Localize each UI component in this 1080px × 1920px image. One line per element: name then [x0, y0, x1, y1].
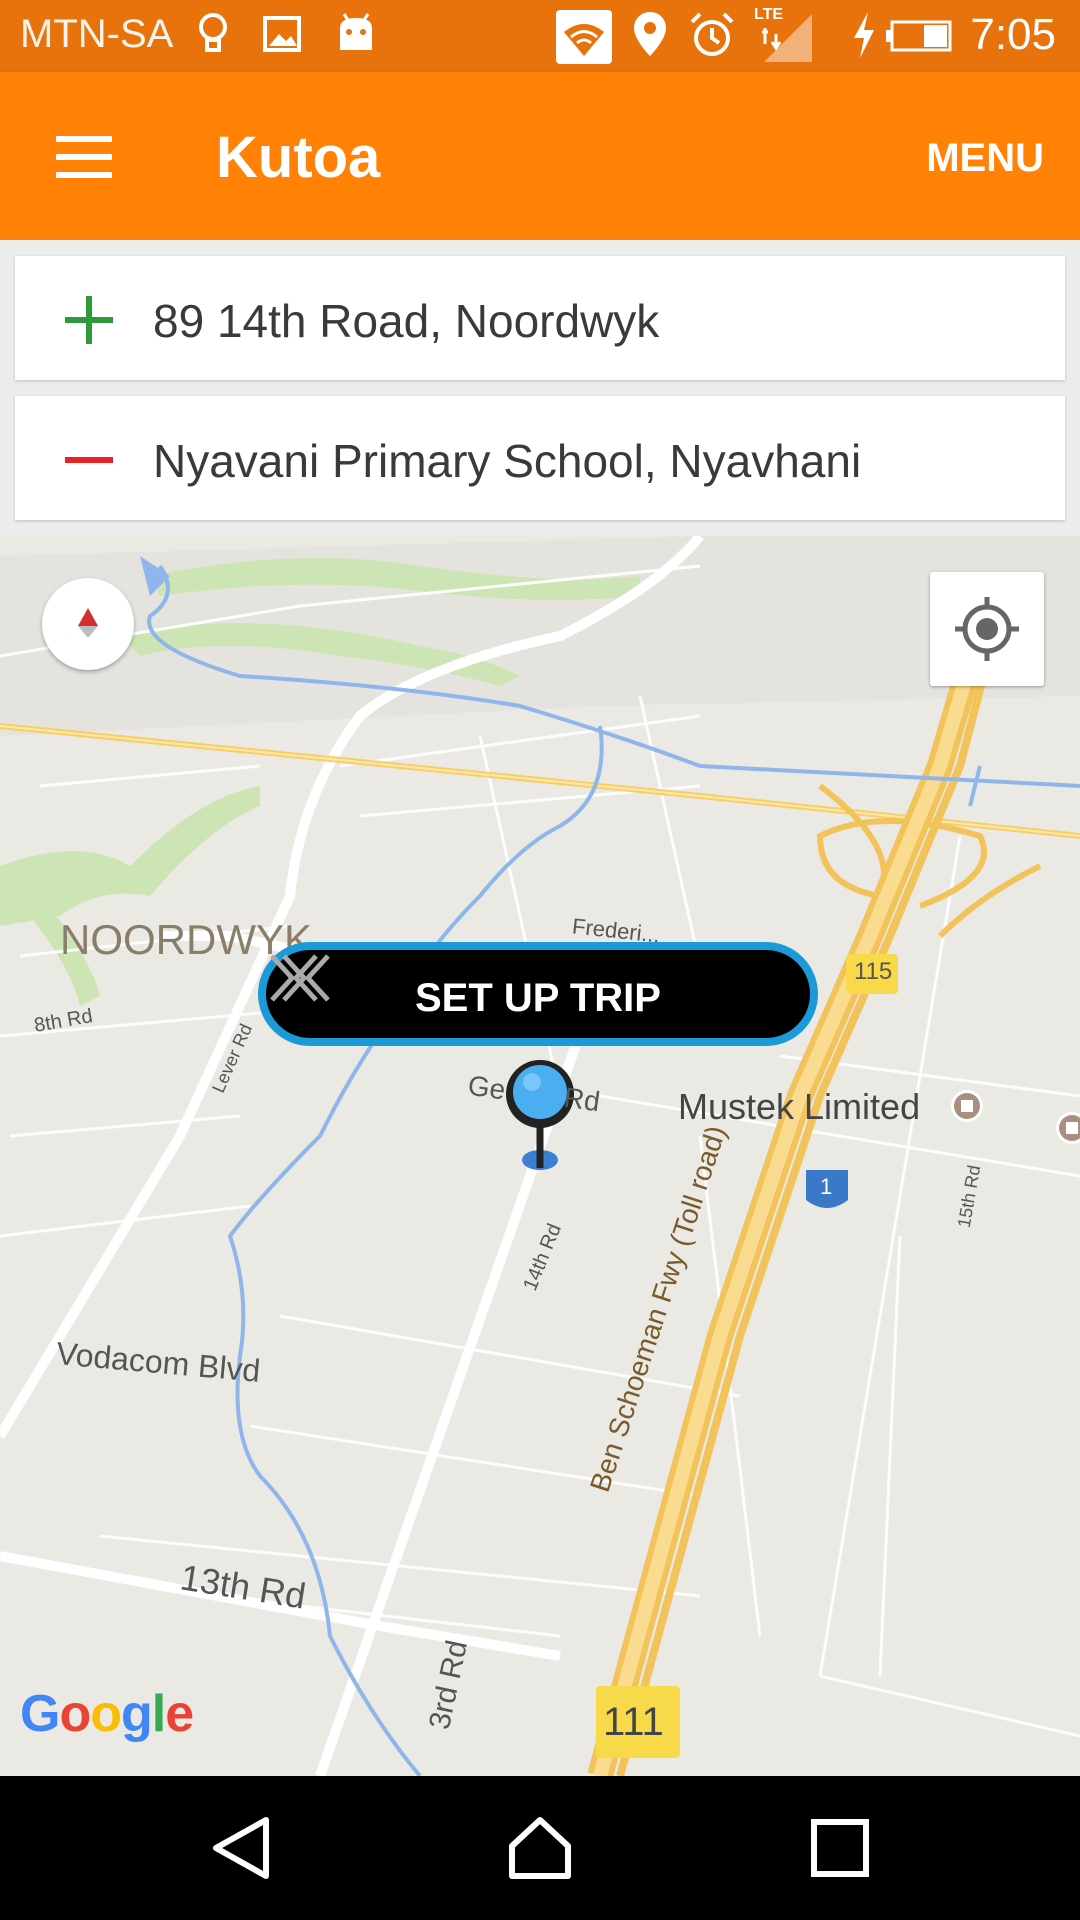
- set-up-trip-button[interactable]: SET UP TRIP: [258, 942, 818, 1046]
- google-logo: Google: [20, 1685, 194, 1743]
- location-icon: [634, 12, 666, 56]
- chevron-right-icon[interactable]: [266, 950, 314, 1006]
- set-up-trip-label: SET UP TRIP: [415, 976, 661, 1020]
- origin-address: 89 14th Road, Noordwyk: [153, 295, 660, 347]
- wifi-icon: [556, 10, 612, 64]
- destination-address: Nyavani Primary School, Nyavhani: [153, 435, 862, 487]
- home-icon[interactable]: [504, 1812, 576, 1884]
- image-icon: [263, 16, 301, 52]
- hamburger-menu-icon[interactable]: [56, 136, 112, 178]
- app-bar: Kutoa MENU: [0, 72, 1080, 240]
- poi-label-mustek[interactable]: Mustek Limited: [678, 1086, 920, 1128]
- compass-button[interactable]: [42, 578, 134, 670]
- alarm-icon: [690, 12, 734, 56]
- destination-field[interactable]: Nyavani Primary School, Nyavhani: [15, 396, 1065, 520]
- remove-icon[interactable]: [63, 434, 115, 486]
- origin-field[interactable]: 89 14th Road, Noordwyk: [15, 256, 1065, 380]
- menu-button[interactable]: MENU: [926, 136, 1044, 181]
- battery-icon: [886, 20, 952, 52]
- app-title: Kutoa: [216, 125, 381, 190]
- map-view[interactable]: NOORDWYK Frederi... 8th Rd Lever Rd Ge R…: [0, 536, 1080, 1776]
- carrier-label: MTN-SA: [20, 12, 174, 56]
- shield-111-label: 111: [603, 1700, 664, 1744]
- crosshair-icon: [955, 597, 1019, 661]
- compass-icon: [78, 608, 98, 638]
- map-canvas[interactable]: [0, 536, 1080, 1776]
- bulb-icon: [199, 13, 227, 52]
- street-label-george-b: Rd: [562, 1081, 602, 1118]
- my-location-button[interactable]: [930, 572, 1044, 686]
- clock: 7:05: [970, 10, 1056, 59]
- shield-115-label: 115: [854, 958, 893, 985]
- add-icon[interactable]: [63, 294, 115, 346]
- street-label-george-a: Ge: [466, 1069, 508, 1106]
- charging-icon: [854, 12, 874, 58]
- android-icon: [340, 13, 372, 50]
- back-icon[interactable]: [206, 1812, 278, 1884]
- signal-icon: [762, 14, 812, 62]
- navigation-bar: [0, 1776, 1080, 1920]
- recents-icon[interactable]: [804, 1812, 876, 1884]
- shield-1-label: 1: [820, 1174, 833, 1199]
- status-bar: MTN-SA LTE 7:05: [0, 0, 1080, 72]
- location-pin-head[interactable]: [513, 1065, 567, 1119]
